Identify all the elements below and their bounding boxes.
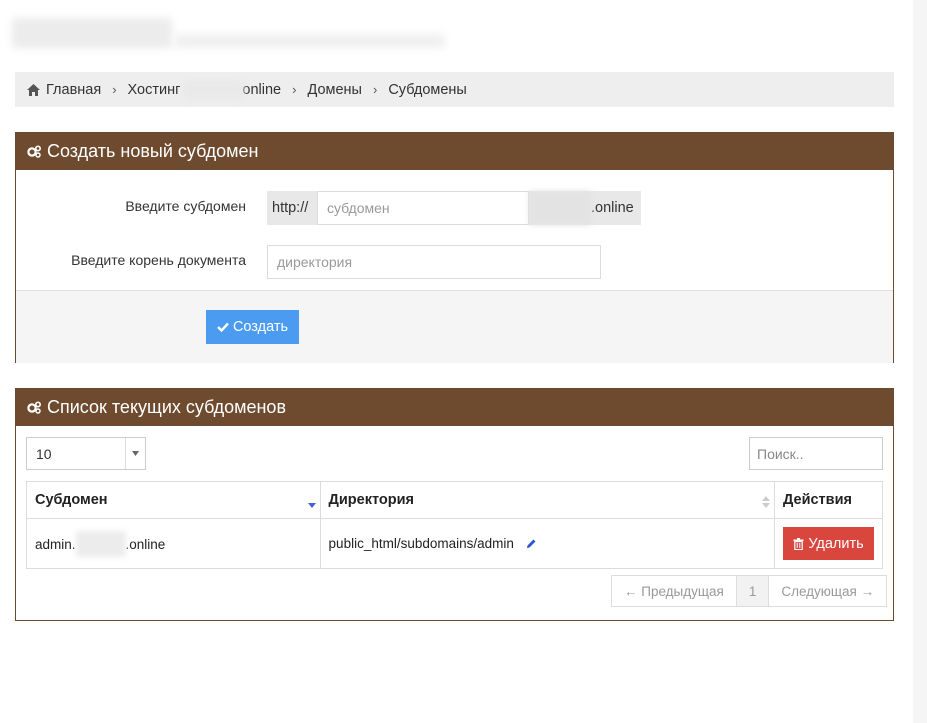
docroot-label: Введите корень документа [71, 252, 246, 268]
cell-directory: public_html/subdomains/admin [319, 518, 776, 569]
breadcrumb-hosting[interactable]: Хостинг online [127, 80, 282, 99]
page-size-value: 10 [36, 445, 52, 462]
column-subdomain[interactable]: Субдомен [26, 481, 321, 519]
page-title-blurred-2 [175, 34, 445, 48]
subdomain-input[interactable]: субдомен [317, 191, 529, 225]
domain-suffix-addon: .online [529, 191, 641, 225]
breadcrumb-subdomains-label: Субдомены [388, 81, 467, 98]
chevron-right-icon: › [112, 82, 117, 97]
docroot-input[interactable]: директория [267, 245, 601, 279]
create-panel-title: Создать новый субдомен [47, 141, 259, 161]
breadcrumb-hosting-prefix: Хостинг [127, 81, 181, 98]
sort-icon [762, 496, 770, 508]
trash-icon [793, 537, 804, 550]
cell-actions: Удалить [774, 518, 883, 569]
subdomain-label: Введите субдомен [125, 198, 246, 214]
subdomain-suffix: .online [125, 536, 166, 552]
chevron-right-icon: › [292, 82, 297, 97]
redacted-domain [529, 191, 591, 225]
breadcrumb-hosting-suffix: online [242, 81, 282, 98]
pagination-page[interactable]: 1 [736, 576, 770, 606]
redacted-domain [75, 530, 126, 557]
list-panel-header: Список текущих субдоменов [16, 389, 893, 426]
breadcrumb-home[interactable]: Главная [27, 82, 101, 98]
pagination: ← Предыдущая 1 Следующая → [611, 575, 888, 607]
cell-subdomain: admin. .online [26, 518, 321, 569]
redacted-domain [184, 80, 245, 99]
page-size-select[interactable]: 10 [26, 437, 146, 470]
column-actions-label: Действия [783, 492, 852, 508]
directory-value: public_html/subdomains/admin [328, 536, 514, 551]
search-input[interactable]: Поиск.. [749, 437, 883, 470]
delete-button-label: Удалить [808, 535, 864, 552]
domain-suffix: .online [591, 200, 634, 216]
column-directory-label: Директория [328, 492, 414, 508]
create-button-label: Создать [232, 319, 289, 335]
chevron-right-icon: › [372, 82, 378, 97]
table-header-row: Субдомен Директория Действия [26, 481, 883, 519]
breadcrumb-domains-label: Домены [307, 81, 362, 98]
create-button[interactable]: Создать [206, 310, 299, 344]
pagination-next[interactable]: Следующая → [769, 576, 887, 606]
gears-icon [27, 401, 42, 414]
column-actions: Действия [774, 481, 883, 519]
subdomain-list-panel: Список текущих субдоменов 10 Поиск.. Суб… [15, 388, 894, 621]
pencil-icon[interactable] [526, 538, 537, 549]
chevron-down-icon [125, 438, 145, 469]
page-scroll-strip [913, 0, 927, 723]
subdomain-prefix: admin. [35, 536, 76, 552]
breadcrumb-domains[interactable]: Домены [307, 82, 362, 98]
breadcrumb-home-label: Главная [46, 81, 102, 98]
check-icon [217, 322, 229, 332]
create-panel-header: Создать новый субдомен [16, 133, 893, 170]
pagination-prev[interactable]: ← Предыдущая [612, 576, 737, 606]
column-directory[interactable]: Директория [319, 481, 776, 519]
create-panel-footer: Создать [16, 290, 893, 363]
protocol-addon: http:// [267, 191, 317, 225]
create-subdomain-panel: Создать новый субдомен Введите субдомен … [15, 132, 894, 363]
list-panel-title: Список текущих субдоменов [47, 397, 287, 417]
delete-button[interactable]: Удалить [783, 527, 874, 560]
breadcrumb: Главная › Хостинг online › Домены › Субд… [15, 72, 894, 107]
sort-desc-icon [307, 503, 316, 508]
breadcrumb-subdomains: Субдомены [388, 82, 467, 98]
table-row: admin. .online public_html/subdomains/adm… [26, 518, 883, 569]
page-title-blurred [12, 18, 172, 48]
subdomain-table: Субдомен Директория Действия admin. .onl… [26, 481, 883, 569]
gears-icon [27, 145, 42, 158]
column-subdomain-label: Субдомен [35, 492, 108, 508]
home-icon [27, 83, 40, 96]
